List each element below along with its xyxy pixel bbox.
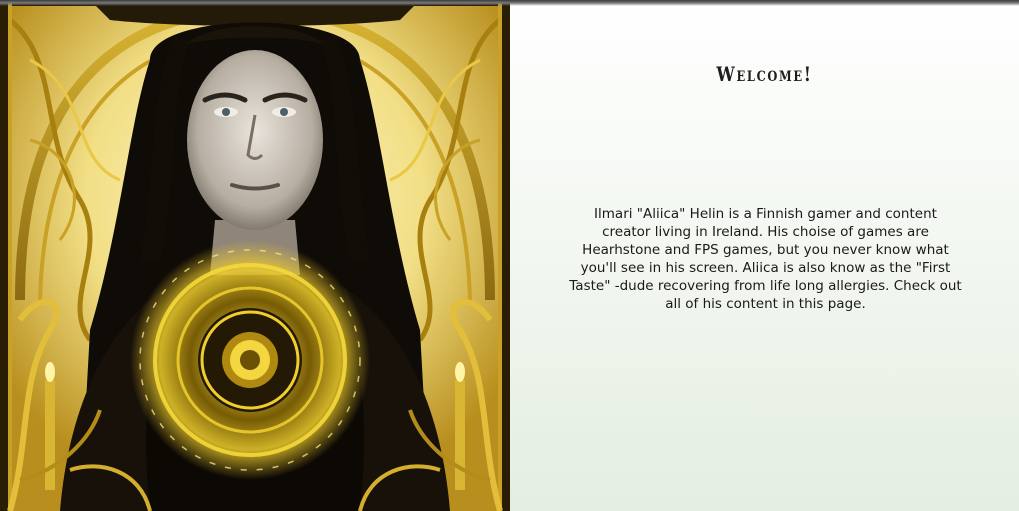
bio-text: Ilmari "Aliica" Helin is a Finnish gamer… (569, 206, 962, 312)
hero-portrait-image (0, 0, 510, 511)
portrait-artwork (0, 0, 510, 511)
welcome-panel: Welcome! Ilmari "Aliica" Helin is a Finn… (510, 0, 1019, 511)
welcome-heading: Welcome! (716, 62, 813, 86)
top-shadow-bar (0, 0, 1019, 6)
page: Welcome! Ilmari "Aliica" Helin is a Finn… (0, 0, 1019, 511)
